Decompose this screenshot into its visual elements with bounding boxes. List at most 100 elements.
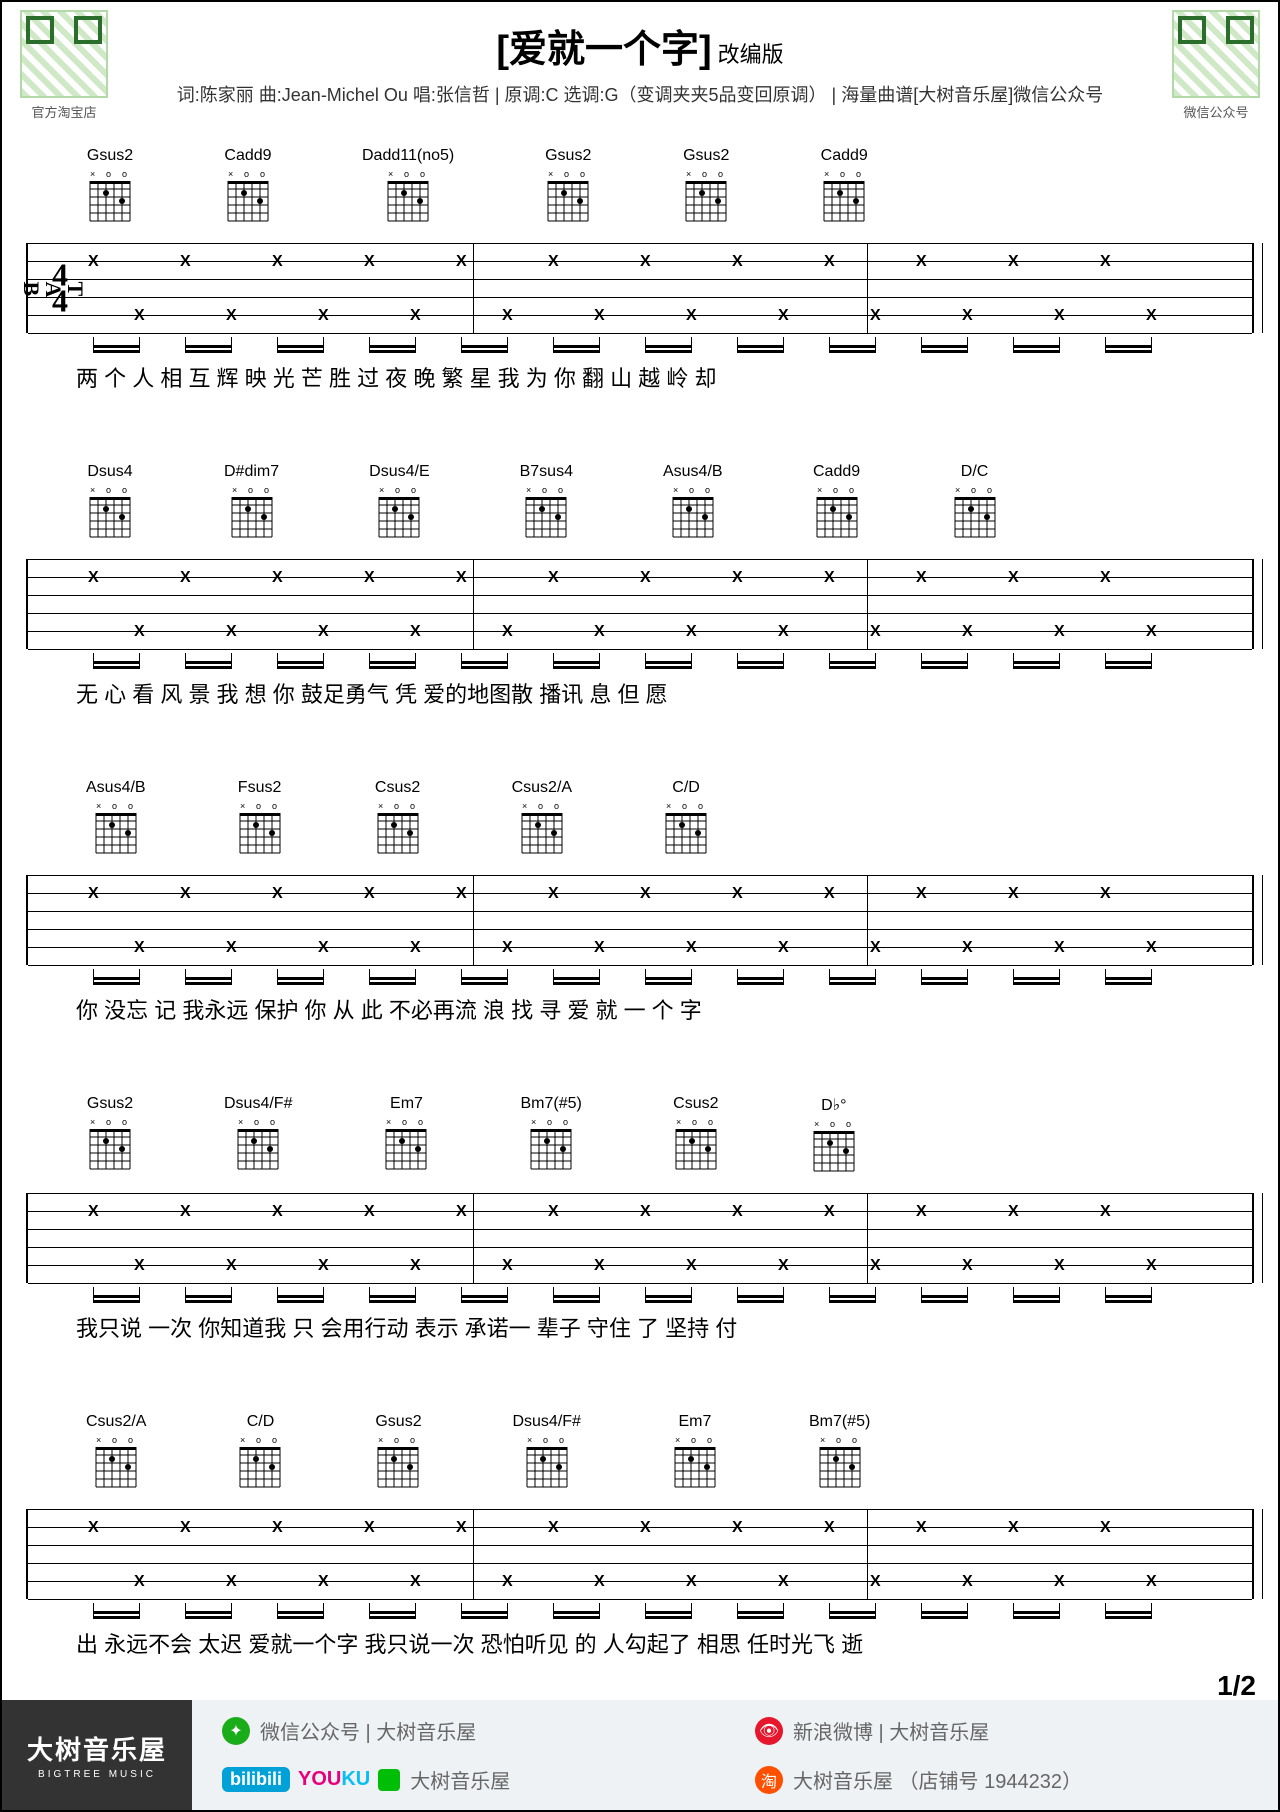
chord-diagram-icon: ×oo	[234, 1117, 282, 1173]
svg-text:o: o	[542, 485, 547, 495]
weibo-icon: 👁	[755, 1717, 783, 1745]
svg-text:o: o	[270, 1117, 275, 1127]
tab-note: X	[134, 1257, 145, 1275]
tab-note: X	[502, 1257, 513, 1275]
svg-text:o: o	[418, 1117, 423, 1127]
chord-diagram-icon: ×oo	[384, 169, 432, 225]
svg-text:o: o	[244, 169, 249, 179]
tab-note: X	[180, 569, 191, 587]
svg-text:o: o	[394, 801, 399, 811]
svg-text:×: ×	[526, 485, 531, 495]
tab-note: X	[686, 623, 697, 641]
chord: Bm7(#5)×oo	[520, 1095, 581, 1175]
chord-name: Asus4/B	[663, 463, 723, 481]
svg-text:o: o	[682, 801, 687, 811]
svg-text:o: o	[395, 485, 400, 495]
svg-text:o: o	[846, 1119, 851, 1129]
tab-note: X	[1054, 1573, 1065, 1591]
chord-diagram-icon: ×oo	[374, 1435, 422, 1491]
svg-text:o: o	[272, 801, 277, 811]
link-video: bilibili YOUKU 大树音乐屋	[222, 1765, 715, 1794]
tab-note: X	[502, 1573, 513, 1591]
tab-note: X	[272, 885, 283, 903]
qr-right-caption: 微信公众号	[1172, 102, 1260, 121]
tab-systems: Gsus2×ooCadd9×ooDadd11(no5)×ooGsus2×ooGs…	[2, 147, 1278, 1659]
chord: Cadd9×oo	[820, 147, 868, 225]
svg-text:o: o	[404, 169, 409, 179]
svg-text:×: ×	[378, 801, 383, 811]
tab-note: X	[778, 623, 789, 641]
link-weibo: 👁 新浪微博 | 大树音乐屋	[755, 1716, 1248, 1745]
chord-name: Dsus4	[87, 463, 132, 481]
svg-text:×: ×	[686, 169, 691, 179]
chord-diagram-icon: ×oo	[518, 801, 566, 857]
tab-note: X	[1100, 253, 1111, 271]
chord-name: Fsus2	[238, 779, 282, 797]
tab-note: X	[502, 307, 513, 325]
tab-note: X	[1054, 307, 1065, 325]
chord-name: D#dim7	[224, 463, 279, 481]
tab-note: X	[1146, 939, 1157, 957]
tab-note: X	[456, 885, 467, 903]
chord-name: C/D	[247, 1413, 275, 1431]
qr-code-icon	[20, 10, 108, 98]
chord-row: Gsus2×ooDsus4/F#×ooEm7×ooBm7(#5)×ooCsus2…	[86, 1095, 1254, 1175]
svg-text:o: o	[707, 1435, 712, 1445]
taobao-icon: 淘	[755, 1766, 783, 1794]
svg-text:×: ×	[96, 1435, 101, 1445]
chord: Em7×oo	[671, 1413, 719, 1491]
tab-note: X	[1100, 1519, 1111, 1537]
chord-name: Gsus2	[545, 147, 591, 165]
chord: Dadd11(no5)×oo	[362, 147, 454, 225]
tab-note: X	[318, 307, 329, 325]
tab-note: X	[870, 623, 881, 641]
link-wechat: ✦ 微信公众号 | 大树音乐屋	[222, 1716, 715, 1745]
tab-note: X	[548, 1203, 559, 1221]
chord-diagram-icon: ×oo	[236, 801, 284, 857]
tab-note: X	[916, 569, 927, 587]
tab-note: X	[318, 939, 329, 957]
svg-text:o: o	[402, 1117, 407, 1127]
tab-note: X	[88, 253, 99, 271]
svg-text:o: o	[264, 485, 269, 495]
chord-name: Em7	[390, 1095, 423, 1113]
tab-note: X	[962, 1573, 973, 1591]
tab-note: X	[640, 253, 651, 271]
chord: B7sus4×oo	[520, 463, 573, 541]
tab-note: X	[778, 1573, 789, 1591]
tab-note: X	[318, 623, 329, 641]
chord-name: Bm7(#5)	[809, 1413, 870, 1431]
chord-diagram-icon: ×oo	[816, 1435, 864, 1491]
tab-note: X	[226, 1257, 237, 1275]
svg-text:×: ×	[676, 1117, 681, 1127]
tab-note: X	[318, 1257, 329, 1275]
chord: Gsus2×oo	[544, 147, 592, 225]
tab-note: X	[732, 1203, 743, 1221]
svg-text:o: o	[248, 485, 253, 495]
chord: D/C×oo	[951, 463, 999, 541]
svg-text:o: o	[260, 169, 265, 179]
svg-text:×: ×	[955, 485, 960, 495]
tab-note: X	[640, 569, 651, 587]
svg-text:×: ×	[388, 169, 393, 179]
svg-text:o: o	[547, 1117, 552, 1127]
chord: Csus2×oo	[672, 1095, 720, 1175]
chord: Dsus4/F#×oo	[512, 1413, 580, 1491]
svg-text:o: o	[106, 169, 111, 179]
svg-text:×: ×	[228, 169, 233, 179]
svg-text:×: ×	[824, 169, 829, 179]
svg-text:×: ×	[232, 485, 237, 495]
tab-note: X	[226, 1573, 237, 1591]
chord-diagram-icon: ×oo	[374, 801, 422, 857]
chord: Asus4/B×oo	[86, 779, 146, 857]
tab-note: X	[548, 569, 559, 587]
tab-note: X	[180, 885, 191, 903]
chord-diagram-icon: ×oo	[86, 485, 134, 541]
chord-diagram-icon: ×oo	[523, 1435, 571, 1491]
svg-text:×: ×	[96, 801, 101, 811]
tab-note: X	[226, 307, 237, 325]
chord: Asus4/B×oo	[663, 463, 723, 541]
title-main: [爱就一个字]	[496, 29, 711, 71]
tab-system: Csus2/A×ooC/D×ooGsus2×ooDsus4/F#×ooEm7×o…	[26, 1413, 1254, 1659]
tab-note: X	[548, 1519, 559, 1537]
